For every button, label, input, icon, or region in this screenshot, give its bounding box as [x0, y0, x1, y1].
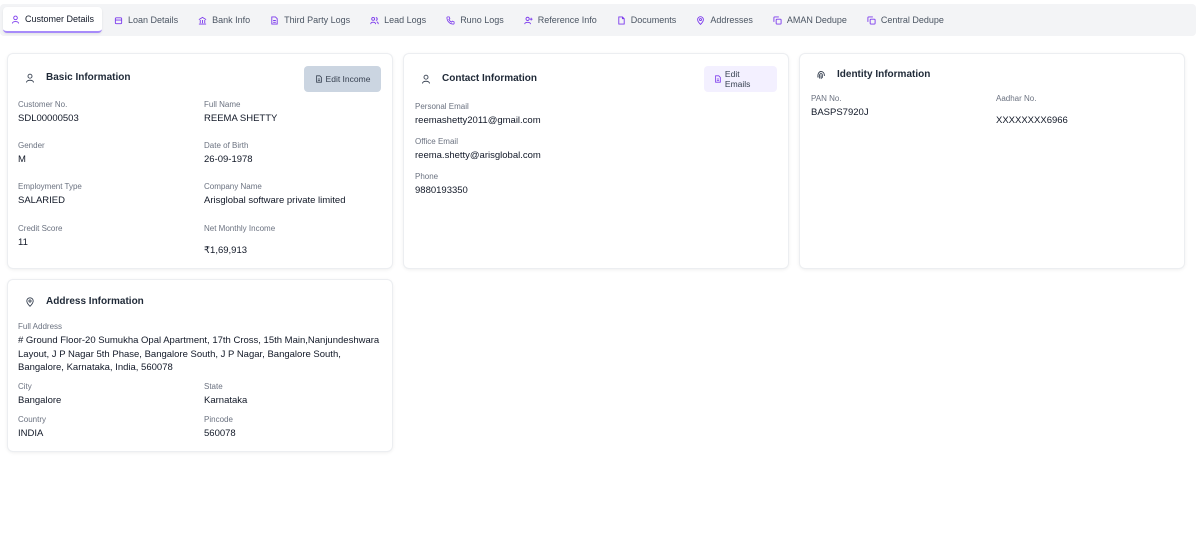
tab-label: AMAN Dedupe: [786, 15, 847, 25]
tab-documents[interactable]: Documents: [609, 7, 685, 33]
full-address-value: # Ground Floor-20 Sumukha Opal Apartment…: [18, 335, 380, 373]
button-label: Edit Emails: [724, 69, 751, 89]
tab-label: Documents: [630, 15, 677, 25]
credit-score-value: 11: [18, 237, 28, 248]
aadhar-value: XXXXXXXX6966: [996, 115, 1068, 126]
phone-icon: [446, 15, 455, 25]
card-title: Contact Information: [421, 73, 537, 84]
tab-label: Addresses: [710, 15, 753, 25]
country-label: Country: [18, 415, 47, 424]
city-value: Bangalore: [18, 395, 62, 406]
net-monthly-income-value: ₹1,69,913: [204, 245, 248, 256]
pincode-label: Pincode: [204, 415, 233, 424]
tab-third-party-logs[interactable]: Third Party Logs: [262, 7, 358, 33]
address-information-card: Address Information Full Address # Groun…: [8, 280, 392, 451]
tab-bar: Customer Details Loan Details Bank Info …: [0, 4, 1196, 36]
dob-label: Date of Birth: [204, 141, 249, 150]
pan-value: BASPS7920J: [811, 107, 869, 118]
net-monthly-income-label: Net Monthly Income: [204, 224, 276, 233]
personal-email-value: reemashetty2011@gmail.com: [415, 115, 541, 126]
card-title-text: Basic Information: [46, 72, 131, 83]
card-title-text: Contact Information: [442, 73, 537, 84]
tab-addresses[interactable]: Addresses: [688, 7, 761, 33]
basic-information-card: Basic Information Edit Income Customer N…: [8, 54, 392, 268]
tab-label: Central Dedupe: [880, 15, 944, 25]
map-pin-icon: [26, 296, 34, 307]
tab-loan-details[interactable]: Loan Details: [106, 7, 186, 33]
tab-label: Bank Info: [212, 15, 251, 25]
pincode-value: 560078: [204, 428, 236, 439]
office-email-label: Office Email: [415, 137, 458, 146]
edit-emails-button[interactable]: Edit Emails: [704, 66, 777, 92]
tab-central-dedupe[interactable]: Central Dedupe: [859, 7, 952, 33]
copy-icon: [773, 15, 782, 25]
document-icon: [618, 15, 625, 25]
company-name-label: Company Name: [204, 182, 262, 191]
gender-value: M: [18, 154, 26, 165]
tab-label: Third Party Logs: [284, 15, 351, 25]
tab-reference-info[interactable]: Reference Info: [516, 7, 605, 33]
user-icon: [26, 73, 34, 83]
tab-runo-logs[interactable]: Runo Logs: [438, 7, 512, 33]
file-icon: [271, 15, 278, 25]
customer-no-label: Customer No.: [18, 100, 68, 109]
bank-icon: [114, 16, 123, 24]
pan-label: PAN No.: [811, 94, 842, 103]
personal-email-label: Personal Email: [415, 102, 469, 111]
gender-label: Gender: [18, 141, 45, 150]
tab-customer-details[interactable]: Customer Details: [3, 7, 103, 33]
phone-value: 9880193350: [415, 185, 468, 196]
customer-no-value: SDL00000503: [18, 113, 79, 124]
aadhar-label: Aadhar No.: [996, 94, 1037, 103]
user-icon: [422, 74, 430, 84]
users-icon: [370, 16, 379, 24]
tab-label: Lead Logs: [384, 15, 427, 25]
edit-income-button[interactable]: Edit Income: [304, 66, 381, 92]
full-name-value: REEMA SHETTY: [204, 113, 278, 124]
file-icon: [315, 75, 322, 83]
tab-label: Runo Logs: [460, 15, 504, 25]
state-label: State: [204, 382, 223, 391]
tab-bank-info[interactable]: Bank Info: [190, 7, 258, 33]
card-title-text: Identity Information: [837, 69, 931, 80]
state-value: Karnataka: [204, 395, 248, 406]
user-icon: [11, 15, 20, 24]
contact-information-card: Contact Information Edit Emails Personal…: [404, 54, 788, 268]
employment-type-value: SALARIED: [18, 195, 65, 206]
tab-label: Reference Info: [537, 15, 597, 25]
card-title-text: Address Information: [46, 296, 144, 307]
button-label: Edit Income: [325, 74, 371, 84]
identity-information-card: Identity Information PAN No. BASPS7920J …: [800, 54, 1184, 268]
card-title: Identity Information: [816, 69, 930, 80]
tab-aman-dedupe[interactable]: AMAN Dedupe: [765, 7, 855, 33]
employment-type-label: Employment Type: [18, 182, 82, 191]
tab-label: Customer Details: [25, 14, 95, 24]
file-icon: [715, 75, 721, 83]
user-plus-icon: [524, 16, 533, 24]
full-name-label: Full Name: [204, 100, 241, 109]
copy-icon: [867, 15, 876, 25]
tab-lead-logs[interactable]: Lead Logs: [362, 7, 434, 33]
phone-label: Phone: [415, 172, 439, 181]
full-address-label: Full Address: [18, 322, 63, 331]
card-title: Basic Information: [25, 72, 130, 83]
dob-value: 26-09-1978: [204, 154, 253, 165]
office-email-value: reema.shetty@arisglobal.com: [415, 150, 541, 161]
bank-building-icon: [198, 16, 207, 25]
country-value: INDIA: [18, 428, 44, 439]
map-pin-icon: [697, 15, 705, 25]
tab-label: Loan Details: [128, 15, 179, 25]
credit-score-label: Credit Score: [18, 224, 63, 233]
city-label: City: [18, 382, 32, 391]
company-name-value: Arisglobal software private limited: [204, 195, 346, 206]
fingerprint-icon: [817, 70, 825, 79]
card-title: Address Information: [25, 296, 144, 307]
